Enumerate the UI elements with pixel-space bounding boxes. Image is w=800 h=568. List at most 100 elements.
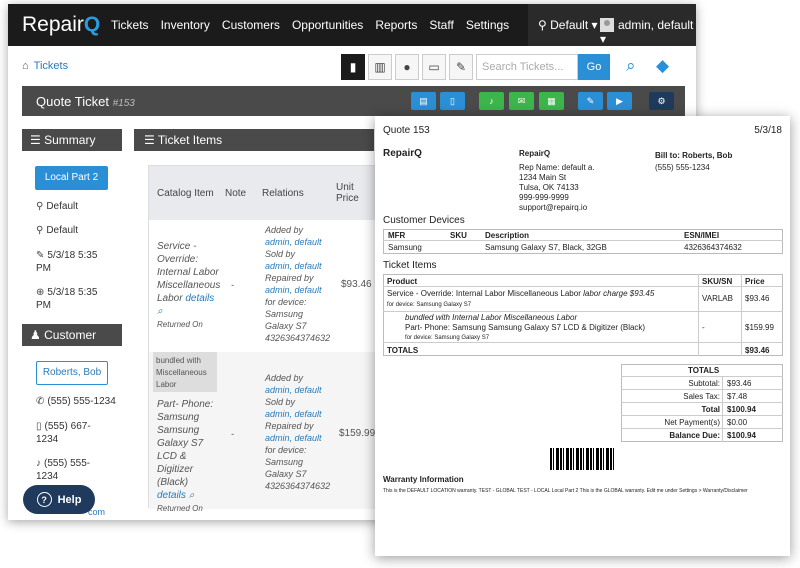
devices-title: Customer Devices bbox=[383, 215, 465, 226]
item2-price: $159.99 bbox=[745, 323, 774, 332]
repaired-by-link[interactable]: admin, default bbox=[265, 432, 331, 444]
nav-settings[interactable]: Settings bbox=[466, 18, 509, 32]
marker-icon: ⚲ bbox=[36, 225, 44, 236]
row-status: Returned On bbox=[157, 320, 203, 329]
nav-inventory[interactable]: Inventory bbox=[161, 18, 210, 32]
balance-value: $100.94 bbox=[727, 431, 756, 440]
customer-name-button[interactable]: Roberts, Bob bbox=[36, 361, 108, 385]
wrench-tool-button[interactable]: ✎ bbox=[449, 54, 473, 80]
item1-name: Service - Override: Internal Labor Misce… bbox=[387, 289, 655, 298]
quote-bill-to: Bill to: Roberts, Bob bbox=[655, 151, 733, 160]
added-by-link[interactable]: admin, default bbox=[265, 236, 331, 248]
added-by-link[interactable]: admin, default bbox=[265, 384, 331, 396]
map-pin-icon: ⚲ bbox=[538, 18, 547, 32]
tax-label: Sales Tax: bbox=[683, 392, 720, 401]
nav-tickets[interactable]: Tickets bbox=[111, 18, 149, 32]
avatar bbox=[600, 18, 614, 32]
nav-opportunities[interactable]: Opportunities bbox=[292, 18, 363, 32]
device-description: Samsung Galaxy S7, Black, 32GB bbox=[485, 243, 607, 252]
row-relations: Added by admin, default Sold by admin, d… bbox=[265, 225, 331, 343]
nav-staff[interactable]: Staff bbox=[429, 18, 453, 32]
calendar-button[interactable]: ▦ bbox=[539, 92, 564, 110]
quote-email: support@repairq.io bbox=[519, 203, 588, 212]
help-button[interactable]: ? Help bbox=[23, 485, 95, 514]
device-imei: 4326364374632 bbox=[684, 243, 742, 252]
edit-button[interactable]: ✎ bbox=[578, 92, 603, 110]
repaired-by-link[interactable]: admin, default bbox=[265, 284, 331, 296]
table-row: Service - Override: Internal Labor Misce… bbox=[157, 240, 220, 331]
document-button[interactable]: ▯ bbox=[440, 92, 465, 110]
search-go-button[interactable]: Go bbox=[578, 54, 610, 80]
row-note: - bbox=[231, 429, 234, 439]
email-button[interactable]: ✉ bbox=[509, 92, 534, 110]
details-link[interactable]: details ⌕ bbox=[157, 490, 194, 501]
catalog-item-name: Part- Phone: Samsung Samsung Galaxy S7 L… bbox=[157, 399, 214, 488]
device-col-sku: SKU bbox=[450, 231, 467, 240]
home-icon[interactable]: ⌂ bbox=[22, 60, 29, 72]
quote-addr2: Tulsa, OK 74133 bbox=[519, 183, 579, 192]
row-price: $159.99 bbox=[339, 428, 376, 439]
play-icon: ▶ bbox=[616, 95, 623, 106]
item-col-sku: SKU/SN bbox=[702, 277, 733, 286]
total-value: $100.94 bbox=[727, 405, 756, 414]
quote-rep: Rep Name: default a. bbox=[519, 163, 595, 172]
play-button[interactable]: ▶ bbox=[607, 92, 632, 110]
money-icon: ▭ bbox=[428, 60, 440, 74]
customer-phone-2[interactable]: ▯ (555) 667-1234 bbox=[36, 420, 106, 446]
breadcrumb: ⌂ Tickets bbox=[22, 60, 68, 72]
row-note: - bbox=[231, 280, 234, 290]
nav-right: ⚲ Default ▾ admin, default ▾ bbox=[528, 4, 696, 46]
customer-phone-3[interactable]: ♪ (555) 555-1234 bbox=[36, 457, 106, 483]
items-title: Ticket Items bbox=[383, 260, 437, 271]
sold-by-link[interactable]: admin, default bbox=[265, 408, 331, 420]
customer-phone-1[interactable]: ✆ (555) 555-1234 bbox=[36, 395, 116, 408]
user-icon: ♟ bbox=[30, 328, 41, 342]
search-icon: ⌕ bbox=[188, 490, 195, 501]
edit-icon: ✎ bbox=[36, 250, 45, 261]
bookmark-icon: ▮ bbox=[349, 60, 357, 74]
warranty-text: This is the DEFAULT LOCATION warranty. T… bbox=[383, 488, 748, 494]
totals-box-title: TOTALS bbox=[688, 366, 720, 375]
cash-tool-button[interactable]: ▭ bbox=[422, 54, 446, 80]
brand-logo[interactable]: RepairQ bbox=[22, 13, 100, 37]
device-col-mfr: MFR bbox=[388, 231, 406, 240]
location-dropdown[interactable]: ⚲ Default ▾ bbox=[538, 18, 598, 32]
bookmark-tool-button[interactable]: ▮ bbox=[341, 54, 365, 80]
email-icon: ✉ bbox=[517, 95, 526, 106]
user-tool-button[interactable]: ● bbox=[395, 54, 419, 80]
tags-icon[interactable]: ◆ bbox=[656, 56, 669, 76]
warranty-title: Warranty Information bbox=[383, 475, 464, 484]
item1-sku: VARLAB bbox=[702, 294, 733, 303]
user-menu[interactable]: admin, default ▾ bbox=[600, 18, 696, 46]
barcode-image bbox=[550, 448, 616, 470]
row-price: $93.46 bbox=[341, 279, 372, 290]
item1-device: for device: Samsung Galaxy S7 bbox=[387, 302, 472, 308]
calendar-icon: ▦ bbox=[547, 95, 556, 106]
notify-button[interactable]: ♪ bbox=[479, 92, 504, 110]
payment-label: Net Payment(s) bbox=[664, 418, 720, 427]
sold-by-link[interactable]: admin, default bbox=[265, 260, 331, 272]
nav-reports[interactable]: Reports bbox=[375, 18, 417, 32]
ticket-items-header: ☰ Ticket Items bbox=[134, 129, 374, 151]
status-button[interactable]: Local Part 2 bbox=[35, 166, 108, 190]
search-input[interactable] bbox=[476, 54, 578, 80]
device-col-description: Description bbox=[485, 231, 530, 240]
print-button[interactable]: ▤ bbox=[411, 92, 436, 110]
item-col-product: Product bbox=[387, 277, 418, 286]
barcode-tool-button[interactable]: ▥ bbox=[368, 54, 392, 80]
customer-header: ♟ Customer bbox=[22, 324, 122, 346]
divider bbox=[383, 240, 783, 241]
breadcrumb-tickets[interactable]: Tickets bbox=[34, 60, 68, 72]
bundle-note: bundled with Internal Labor Miscellaneou… bbox=[405, 313, 578, 322]
balance-label: Balance Due: bbox=[669, 431, 720, 440]
search-icon[interactable]: ⌕ bbox=[626, 56, 636, 76]
settings-icon: ⚙ bbox=[657, 95, 666, 106]
settings-button[interactable]: ⚙ bbox=[649, 92, 674, 110]
phone-icon: ✆ bbox=[36, 396, 45, 407]
nav-customers[interactable]: Customers bbox=[222, 18, 280, 32]
summary-header: ☰ Summary bbox=[22, 129, 122, 151]
map-pin-icon: ⚲ bbox=[36, 201, 44, 212]
quote-addr1: 1234 Main St bbox=[519, 173, 567, 182]
print-icon: ▤ bbox=[419, 95, 428, 106]
row-relations: Added by admin, default Sold by admin, d… bbox=[265, 373, 331, 491]
